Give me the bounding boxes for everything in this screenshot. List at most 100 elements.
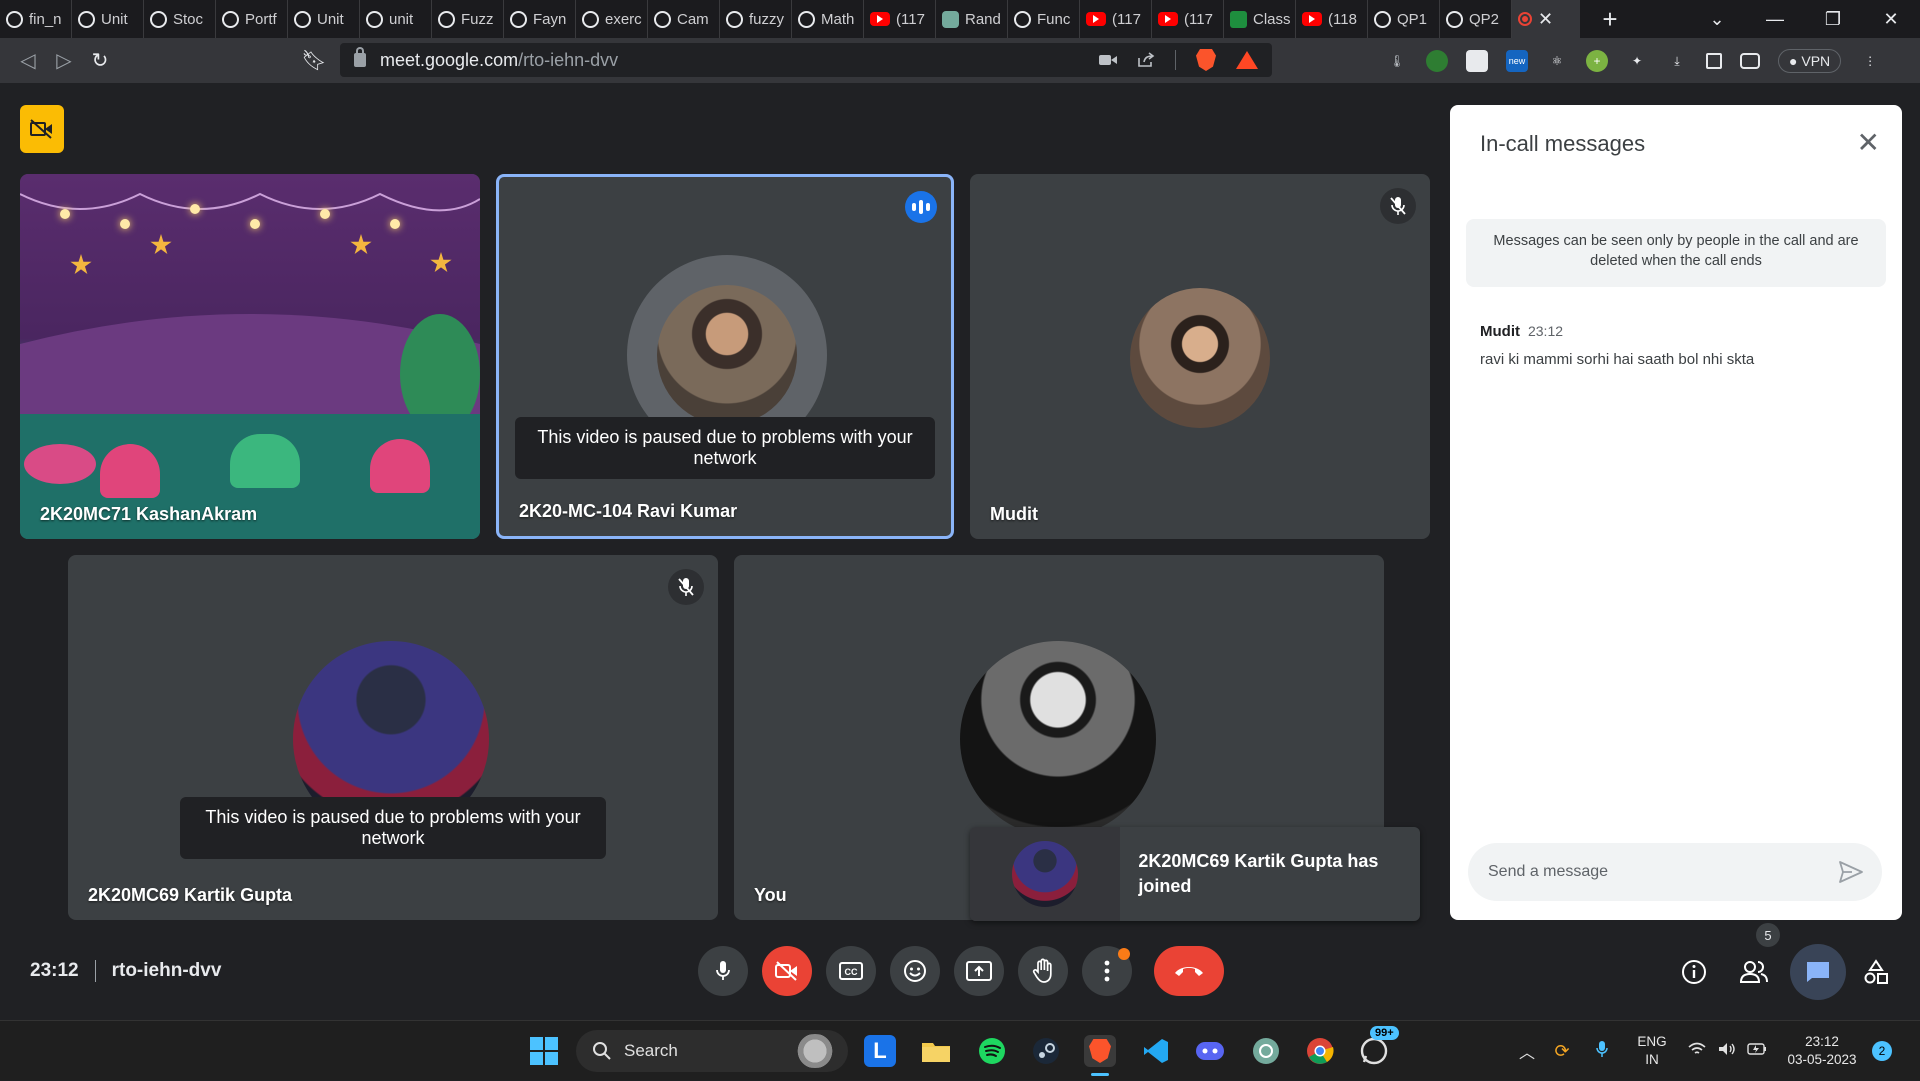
browser-tab[interactable]: fuzzy: [720, 0, 792, 38]
tab-label: QP1: [1397, 10, 1428, 28]
vpn-button[interactable]: ● VPN: [1778, 49, 1842, 73]
browser-tab[interactable]: Portf: [216, 0, 288, 38]
browser-tab[interactable]: unit: [360, 0, 432, 38]
sync-icon[interactable]: ⟳: [1542, 1041, 1582, 1062]
browser-toolbar: ◁ ▷ ↻ 🔖︎ meet.google.com/rto-iehn-dvv 🌡︎…: [0, 38, 1920, 84]
image-extension-icon[interactable]: [1466, 50, 1488, 72]
restore-button[interactable]: ❐: [1804, 9, 1862, 30]
send-icon[interactable]: [1838, 860, 1864, 884]
mic-button[interactable]: [698, 946, 748, 996]
brave-shields-icon[interactable]: [1196, 49, 1216, 71]
raise-hand-button[interactable]: [1018, 946, 1068, 996]
sidebar-icon[interactable]: [1706, 53, 1722, 69]
taskbar-search[interactable]: Search: [576, 1030, 848, 1072]
browser-tab[interactable]: Cam: [648, 0, 720, 38]
people-button[interactable]: [1730, 948, 1778, 996]
download-icon[interactable]: ⤓: [1666, 50, 1688, 72]
show-hidden-icons-icon[interactable]: ︿: [1512, 1039, 1542, 1063]
new-tab-button[interactable]: +: [1590, 4, 1630, 35]
browser-tab[interactable]: Math: [792, 0, 864, 38]
browser-tab[interactable]: Stoc: [144, 0, 216, 38]
browser-tab[interactable]: (117: [1152, 0, 1224, 38]
puzzle-icon[interactable]: ✦: [1626, 50, 1648, 72]
browser-tab[interactable]: Fuzz: [432, 0, 504, 38]
participant-tile-mudit[interactable]: Mudit: [970, 174, 1430, 539]
react-extension-icon[interactable]: ⚛: [1546, 50, 1568, 72]
menu-icon[interactable]: ⋮: [1859, 50, 1881, 72]
activities-button[interactable]: [1852, 948, 1900, 996]
reactions-button[interactable]: [890, 946, 940, 996]
brave-rewards-icon[interactable]: [1236, 51, 1258, 69]
participant-tile-kartik[interactable]: This video is paused due to problems wit…: [68, 555, 718, 920]
leave-call-button[interactable]: [1154, 946, 1224, 996]
tree-extension-icon[interactable]: [1426, 50, 1448, 72]
address-bar[interactable]: meet.google.com/rto-iehn-dvv: [340, 43, 1272, 77]
browser-tab[interactable]: QP2: [1440, 0, 1512, 38]
captions-icon: CC: [839, 962, 863, 980]
browser-tab[interactable]: Func: [1008, 0, 1080, 38]
present-button[interactable]: [954, 946, 1004, 996]
browser-tab[interactable]: Rand: [936, 0, 1008, 38]
close-panel-button[interactable]: ✕: [1857, 129, 1880, 157]
browser-tab[interactable]: (117: [864, 0, 936, 38]
participant-tile-ravi[interactable]: This video is paused due to problems wit…: [496, 174, 954, 539]
reload-button[interactable]: ↻: [82, 48, 118, 73]
browser-tab[interactable]: (117: [1080, 0, 1152, 38]
people-icon: [1739, 961, 1768, 983]
participant-tile-kashan[interactable]: 2K20MC71 KashanAkram: [20, 174, 480, 539]
close-window-button[interactable]: ✕: [1862, 9, 1920, 30]
spotify-icon[interactable]: [976, 1035, 1008, 1067]
notification-count-badge[interactable]: 2: [1872, 1041, 1892, 1061]
wallet-icon[interactable]: [1740, 53, 1760, 69]
file-explorer-icon[interactable]: [920, 1035, 952, 1067]
tab-label: Func: [1037, 10, 1071, 28]
taskbar-app-l-icon[interactable]: L: [864, 1035, 896, 1067]
tab-search-icon[interactable]: ⌄: [1688, 9, 1746, 30]
chatgpt-icon[interactable]: [1250, 1035, 1282, 1067]
volume-icon[interactable]: [1712, 1042, 1742, 1061]
camera-off-badge[interactable]: [20, 105, 64, 153]
captions-button[interactable]: CC: [826, 946, 876, 996]
send-message-input[interactable]: Send a message: [1468, 843, 1882, 901]
minimize-button[interactable]: —: [1746, 9, 1804, 30]
add-extension-icon[interactable]: +: [1586, 50, 1608, 72]
lock-icon[interactable]: [354, 47, 366, 67]
browser-tab[interactable]: exerc: [576, 0, 648, 38]
tab-label: Unit: [101, 10, 128, 28]
extensions-row: 🌡︎ new ⚛ + ✦ ⤓ ● VPN ⋮: [1386, 38, 1881, 84]
battery-icon[interactable]: [1742, 1042, 1772, 1060]
discord-icon[interactable]: [1194, 1035, 1226, 1067]
microphone-tray-icon[interactable]: [1582, 1040, 1622, 1063]
new-extension-icon[interactable]: new: [1506, 50, 1528, 72]
browser-tab[interactable]: Unit: [72, 0, 144, 38]
bookmark-icon[interactable]: 🔖︎: [296, 48, 332, 73]
steam-icon[interactable]: [1030, 1035, 1062, 1067]
tab-close-icon[interactable]: ✕: [1538, 9, 1553, 30]
tab-meet-active[interactable]: ✕: [0, 0, 1580, 102]
camera-in-use-icon[interactable]: [1099, 53, 1117, 67]
extension-icon[interactable]: 🌡︎: [1386, 50, 1408, 72]
browser-tab[interactable]: Fayn: [504, 0, 576, 38]
back-button[interactable]: ◁: [10, 48, 46, 73]
camera-toggle-button[interactable]: [762, 946, 812, 996]
more-options-button[interactable]: [1082, 946, 1132, 996]
join-notification-toast[interactable]: 2K20MC69 Kartik Gupta has joined: [970, 827, 1420, 921]
language-indicator[interactable]: ENG IN: [1622, 1033, 1682, 1069]
browser-tab[interactable]: QP1: [1368, 0, 1440, 38]
chat-button[interactable]: [1790, 944, 1846, 1000]
start-button[interactable]: [528, 1035, 560, 1067]
browser-tab[interactable]: Unit: [288, 0, 360, 38]
chrome-icon[interactable]: [1304, 1035, 1336, 1067]
meeting-info-button[interactable]: [1670, 948, 1718, 996]
browser-tab[interactable]: fin_n: [0, 0, 72, 38]
wifi-icon[interactable]: [1682, 1042, 1712, 1061]
browser-tab[interactable]: (118: [1296, 0, 1368, 38]
browser-tab[interactable]: Class: [1224, 0, 1296, 38]
share-icon[interactable]: [1137, 52, 1155, 68]
forward-button[interactable]: ▷: [46, 48, 82, 73]
taskbar-clock[interactable]: 23:12 03-05-2023: [1772, 1033, 1872, 1069]
tab-label: Fuzz: [461, 10, 494, 28]
tab-label: exerc: [605, 10, 642, 28]
brave-taskbar-icon[interactable]: [1084, 1035, 1116, 1067]
vscode-icon[interactable]: [1140, 1035, 1172, 1067]
